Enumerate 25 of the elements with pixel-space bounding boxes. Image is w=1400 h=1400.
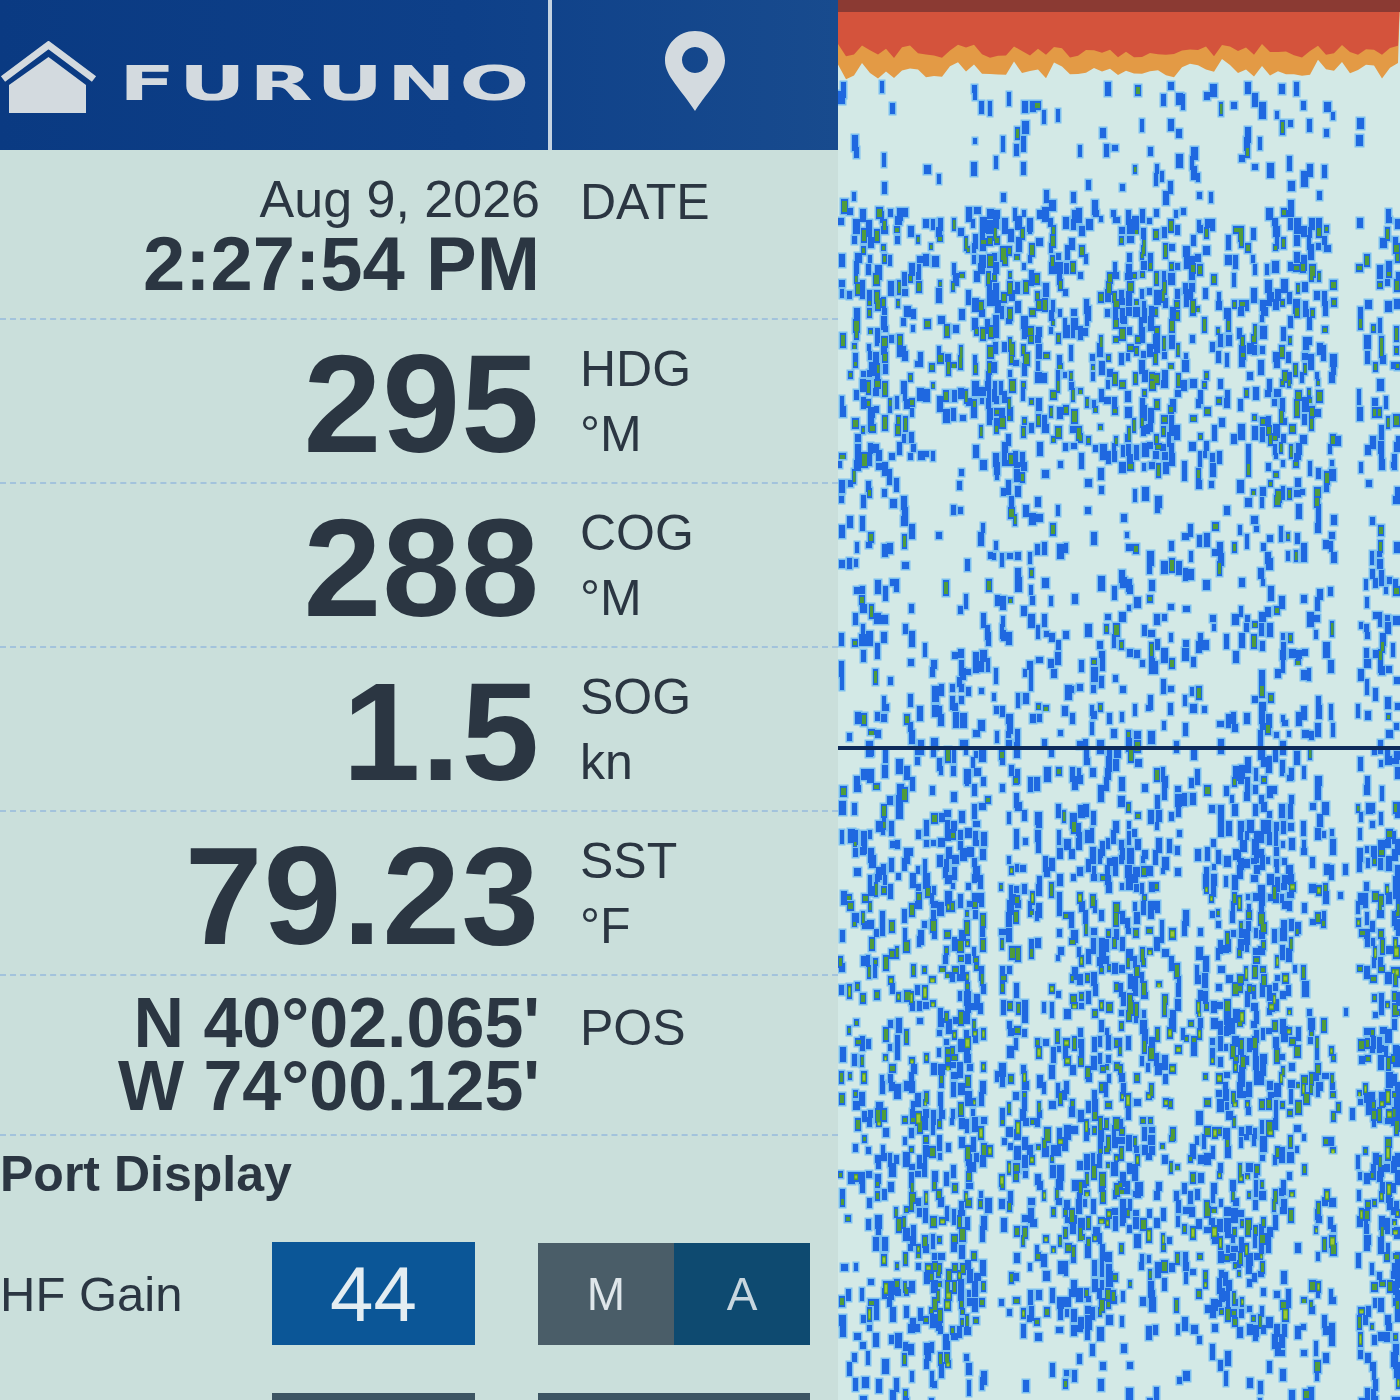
reading-label: kn <box>580 733 633 792</box>
reading-label: DATE <box>580 173 710 232</box>
reading-value: 288 <box>303 498 540 638</box>
mode-option-button[interactable]: A <box>674 1242 810 1345</box>
section-title: Port Display <box>0 1145 293 1204</box>
gain-value-button[interactable]: 44 <box>272 1242 475 1345</box>
reading-label: COG <box>580 504 694 563</box>
home-icon[interactable] <box>0 41 97 113</box>
reading-value: 295 <box>303 334 540 474</box>
reading-label: °M <box>580 405 642 464</box>
logo-text: FURUNO <box>119 59 533 107</box>
reading-label: SST <box>580 832 678 891</box>
reading-value: Aug 9, 2026 <box>259 169 540 230</box>
reading-value: 79.23 <box>184 826 540 966</box>
reading-value: 1.5 <box>342 662 540 802</box>
reading-label: °F <box>580 897 631 956</box>
mode-option-button[interactable]: M <box>538 1242 674 1345</box>
reading-label: POS <box>580 999 686 1058</box>
reading-value: N 40°02.065' <box>133 992 540 1055</box>
control-label: HF Gain <box>0 1265 184 1322</box>
reading-label: SOG <box>580 668 692 727</box>
reading-value: W 74°00.125' <box>117 1055 540 1118</box>
reading-label: °M <box>580 569 642 628</box>
location-pin-icon[interactable] <box>665 31 725 111</box>
reading-label: HDG <box>580 340 692 399</box>
